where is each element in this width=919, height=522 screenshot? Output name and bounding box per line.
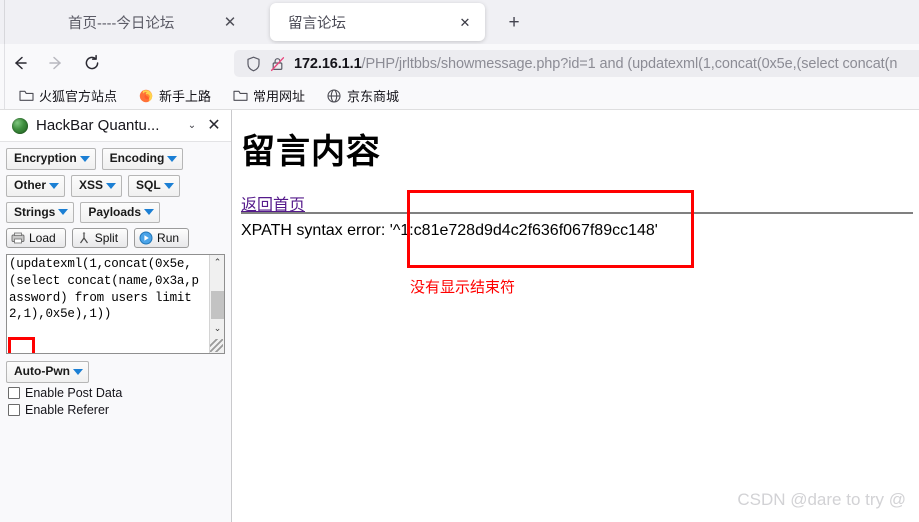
- annotation-box-limit-offset: [8, 337, 35, 354]
- chevron-down-icon: [73, 369, 83, 376]
- action-button-row: Load Split Run: [6, 228, 231, 249]
- split-label: Split: [94, 231, 119, 246]
- split-button[interactable]: Split: [71, 228, 129, 249]
- new-tab-button[interactable]: +: [499, 7, 529, 37]
- close-icon[interactable]: ✕: [216, 8, 244, 36]
- window-edge: [0, 44, 5, 82]
- auto-pwn-row: Auto-Pwn: [6, 361, 231, 384]
- chevron-down-icon: [106, 182, 117, 189]
- tab-home-forum[interactable]: 首页----今日论坛 ✕: [22, 3, 250, 41]
- bookmarks-bar: 火狐官方站点 新手上路 常用网址 京东商城: [0, 82, 919, 110]
- sidebar-body: Encryption Encoding Other XSS SQL String…: [0, 142, 231, 417]
- xss-dropdown[interactable]: XSS: [71, 174, 123, 197]
- chevron-down-icon: [49, 182, 60, 189]
- annotation-note: 没有显示结束符: [410, 279, 516, 296]
- run-label: Run: [157, 231, 180, 246]
- chevron-down-icon: [144, 209, 155, 216]
- back-arrow-icon[interactable]: [4, 48, 36, 78]
- chevron-down-icon: [58, 209, 69, 216]
- encryption-dropdown[interactable]: Encryption: [6, 148, 96, 170]
- sidebar-header: HackBar Quantu... ⌄ ✕: [0, 110, 231, 142]
- xpath-error-text: XPATH syntax error: '^1:c81e728d9d4c2f63…: [241, 222, 658, 239]
- xss-label: XSS: [79, 177, 104, 192]
- bookmark-jd-mall[interactable]: 京东商城: [322, 85, 402, 107]
- dropdown-row-3: Strings Payloads: [6, 201, 231, 224]
- auto-pwn-label: Auto-Pwn: [14, 364, 70, 379]
- strings-dropdown[interactable]: Strings: [6, 201, 75, 224]
- dropdown-row-2: Other XSS SQL: [6, 174, 231, 197]
- run-button[interactable]: Run: [134, 228, 190, 249]
- browser-window: 首页----今日论坛 ✕ 留言论坛 ✕ + 172.16.1.1/PHP/jrl…: [0, 0, 919, 522]
- enable-referer-label: Enable Referer: [25, 403, 110, 418]
- encryption-label: Encryption: [14, 151, 77, 165]
- load-label: Load: [29, 231, 56, 246]
- enable-post-data-row[interactable]: Enable Post Data: [8, 386, 231, 400]
- payload-text: (updatexml(1,concat(0x5e,(select concat(…: [9, 257, 199, 322]
- watermark: CSDN @dare to try @: [737, 490, 906, 509]
- load-icon: [11, 231, 25, 245]
- shield-icon[interactable]: [242, 56, 264, 72]
- lock-crossed-icon[interactable]: [266, 56, 288, 72]
- payloads-dropdown[interactable]: Payloads: [80, 201, 161, 224]
- scroll-up-icon[interactable]: ⌃: [210, 255, 224, 270]
- folder-icon: [231, 88, 249, 104]
- window-edge: [0, 82, 5, 109]
- hackbar-globe-icon: [12, 117, 28, 134]
- reload-icon[interactable]: [76, 48, 108, 78]
- payload-textarea[interactable]: (updatexml(1,concat(0x5e,(select concat(…: [6, 254, 225, 355]
- tab-title: 留言论坛: [288, 15, 346, 32]
- strings-label: Strings: [14, 204, 56, 219]
- chevron-down-icon: [163, 182, 174, 189]
- bookmark-label: 火狐官方站点: [39, 89, 118, 104]
- resize-grip-icon[interactable]: [210, 339, 223, 353]
- globe-icon: [325, 88, 343, 104]
- url-host: 172.16.1.1: [294, 55, 362, 72]
- bookmark-getting-started[interactable]: 新手上路: [134, 85, 214, 107]
- close-icon[interactable]: ✕: [451, 8, 479, 36]
- navigation-toolbar: 172.16.1.1/PHP/jrltbbs/showmessage.php?i…: [0, 44, 919, 82]
- other-label: Other: [14, 177, 47, 192]
- tab-strip: 首页----今日论坛 ✕ 留言论坛 ✕ +: [0, 0, 919, 44]
- scrollbar-thumb[interactable]: [211, 291, 224, 320]
- sql-label: SQL: [136, 177, 161, 192]
- bookmark-label: 新手上路: [159, 89, 212, 104]
- tab-message-forum[interactable]: 留言论坛 ✕: [270, 3, 485, 41]
- tab-title: 首页----今日论坛: [68, 15, 175, 32]
- firefox-logo-icon: [137, 88, 155, 104]
- enable-referer-checkbox[interactable]: [8, 404, 20, 417]
- encoding-label: Encoding: [109, 151, 165, 165]
- enable-post-data-checkbox[interactable]: [8, 387, 20, 400]
- sidebar-title: HackBar Quantu...: [36, 117, 160, 134]
- chevron-down-icon: [79, 155, 90, 162]
- bookmark-label: 常用网址: [253, 89, 306, 104]
- url-text: 172.16.1.1/PHP/jrltbbs/showmessage.php?i…: [294, 56, 897, 72]
- encoding-dropdown[interactable]: Encoding: [101, 148, 184, 170]
- dropdown-row-1: Encryption Encoding: [6, 148, 231, 170]
- enable-post-data-label: Enable Post Data: [25, 386, 123, 401]
- bookmark-label: 京东商城: [347, 89, 400, 104]
- hackbar-sidebar: HackBar Quantu... ⌄ ✕ Encryption Encodin…: [0, 110, 232, 522]
- close-icon[interactable]: ✕: [201, 117, 227, 134]
- enable-referer-row[interactable]: Enable Referer: [8, 403, 231, 417]
- bookmark-firefox-official[interactable]: 火狐官方站点: [14, 85, 120, 107]
- bookmark-common-sites[interactable]: 常用网址: [228, 85, 308, 107]
- folder-icon: [17, 88, 35, 104]
- window-edge: [0, 0, 5, 44]
- auto-pwn-dropdown[interactable]: Auto-Pwn: [6, 361, 89, 384]
- sql-dropdown[interactable]: SQL: [128, 174, 180, 197]
- page-content: 留言内容 返回首页 XPATH syntax error: '^1:c81e72…: [233, 110, 919, 522]
- scroll-down-icon[interactable]: ⌄: [210, 321, 224, 336]
- other-dropdown[interactable]: Other: [6, 174, 66, 197]
- horizontal-divider: [241, 212, 913, 214]
- url-path: /PHP/jrltbbs/showmessage.php?id=1 and (u…: [361, 55, 898, 72]
- forward-arrow-icon: [40, 48, 72, 78]
- chevron-down-icon: [167, 155, 178, 162]
- address-bar[interactable]: 172.16.1.1/PHP/jrltbbs/showmessage.php?i…: [234, 50, 919, 77]
- split-icon: [77, 231, 91, 245]
- chevron-down-icon[interactable]: ⌄: [183, 120, 201, 131]
- payloads-label: Payloads: [88, 204, 142, 219]
- run-play-icon: [139, 231, 153, 245]
- page-title: 留言内容: [241, 132, 381, 172]
- load-button[interactable]: Load: [6, 228, 66, 249]
